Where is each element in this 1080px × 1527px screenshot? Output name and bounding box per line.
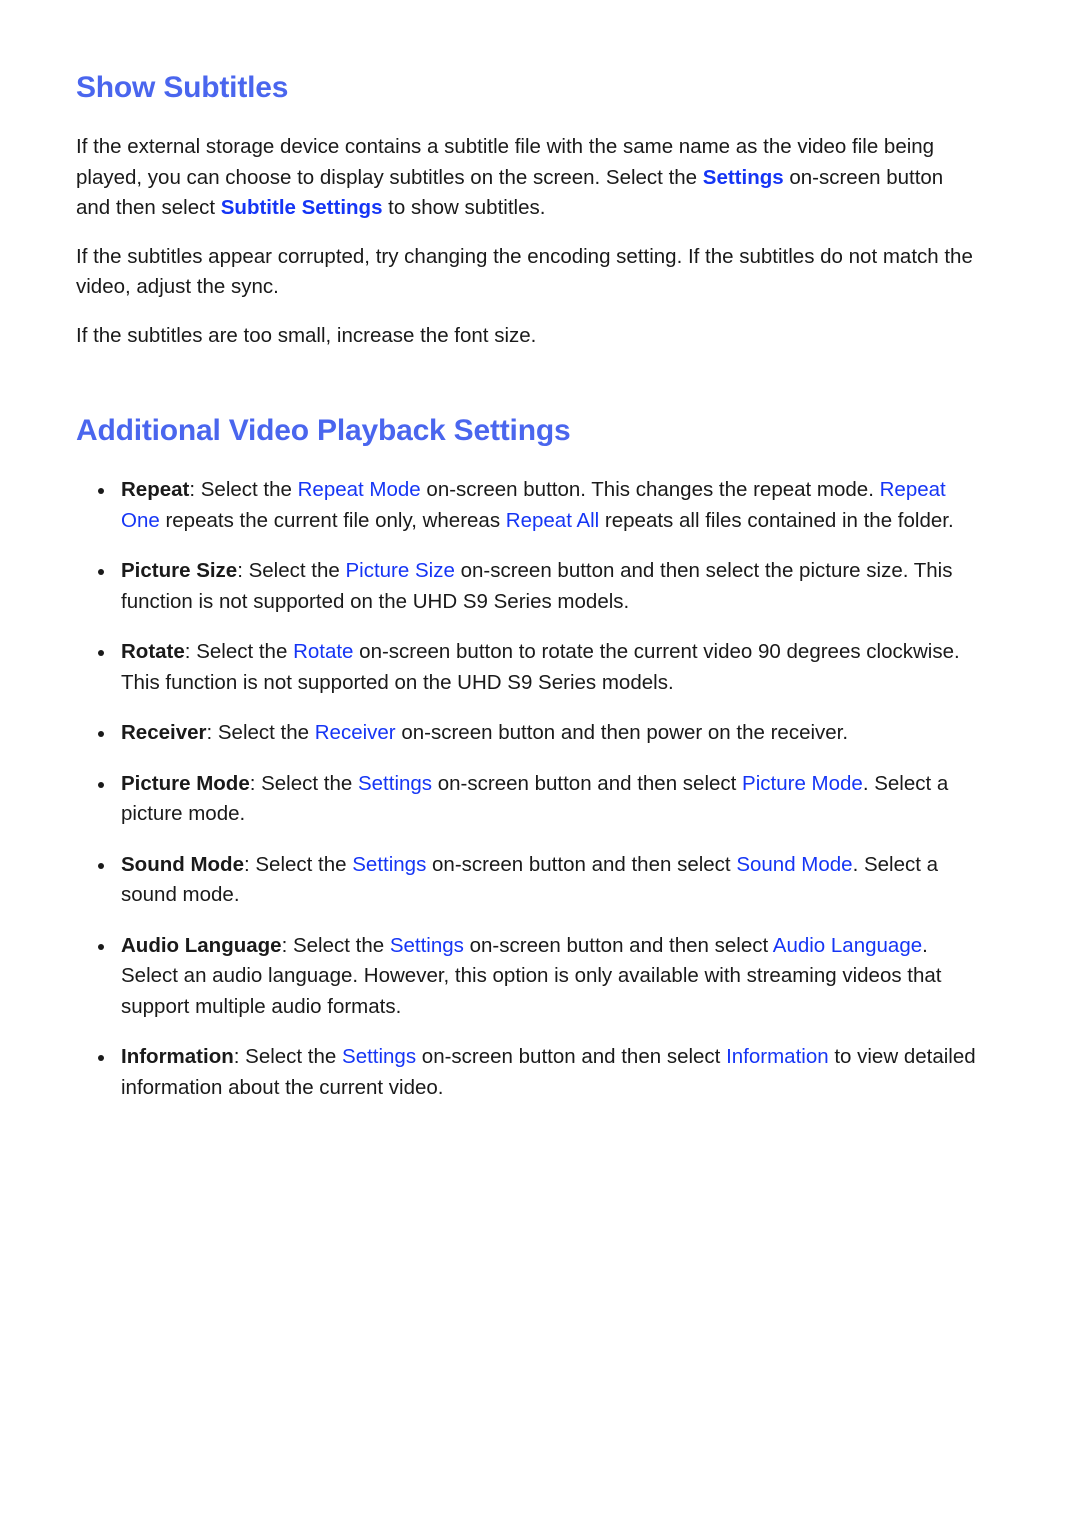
list-item: Rotate: Select the Rotate on-screen butt… bbox=[76, 637, 980, 698]
section-heading: Additional Video Playback Settings bbox=[76, 414, 571, 447]
bullet-term: Rotate bbox=[121, 640, 185, 663]
ui-term: Settings bbox=[352, 852, 427, 876]
list-item: Receiver: Select the Receiver on-screen … bbox=[76, 718, 980, 749]
bullet-term: Audio Language bbox=[121, 933, 282, 957]
ui-term: Information bbox=[726, 1045, 829, 1068]
bullet-term: Picture Mode bbox=[121, 771, 250, 795]
ui-term: Audio Language bbox=[772, 933, 923, 957]
bullet-term: Sound Mode bbox=[121, 852, 244, 876]
ui-term: Repeat All bbox=[505, 508, 600, 532]
list-item: Repeat: Select the Repeat Mode on-screen… bbox=[76, 475, 980, 536]
ui-term: Picture Size bbox=[345, 559, 455, 582]
ui-term: Settings bbox=[357, 771, 433, 795]
ui-term: Rotate bbox=[293, 640, 354, 663]
ui-term: Settings bbox=[342, 1045, 417, 1068]
settings-bullet-list: Repeat: Select the Repeat Mode on-screen… bbox=[76, 475, 980, 1103]
ui-term: Subtitle Settings bbox=[220, 196, 383, 219]
ui-term: Settings bbox=[389, 933, 464, 957]
paragraph: If the external storage device contains … bbox=[76, 135, 944, 219]
bullet-term: Receiver bbox=[121, 721, 207, 744]
list-item: Picture Mode: Select the Settings on-scr… bbox=[76, 769, 980, 830]
ui-term: Sound Mode bbox=[736, 852, 853, 876]
paragraph: If the subtitles appear corrupted, try c… bbox=[76, 244, 973, 299]
ui-term: Receiver bbox=[314, 721, 396, 744]
list-item: Audio Language: Select the Settings on-s… bbox=[76, 931, 980, 1023]
paragraph: If the subtitles are too small, increase… bbox=[76, 323, 537, 347]
bullet-term: Repeat bbox=[121, 478, 190, 501]
bullet-term: Picture Size bbox=[121, 559, 238, 582]
document-page: Show Subtitles If the external storage d… bbox=[0, 0, 1080, 1527]
page-title: Show Subtitles bbox=[76, 71, 289, 104]
ui-term: Settings bbox=[702, 165, 784, 189]
list-item: Sound Mode: Select the Settings on-scree… bbox=[76, 850, 980, 911]
bullet-term: Information bbox=[121, 1045, 234, 1068]
list-item: Picture Size: Select the Picture Size on… bbox=[76, 556, 980, 617]
list-item: Information: Select the Settings on-scre… bbox=[76, 1042, 980, 1103]
ui-term: Repeat Mode bbox=[297, 478, 421, 501]
ui-term: Picture Mode bbox=[742, 771, 863, 795]
